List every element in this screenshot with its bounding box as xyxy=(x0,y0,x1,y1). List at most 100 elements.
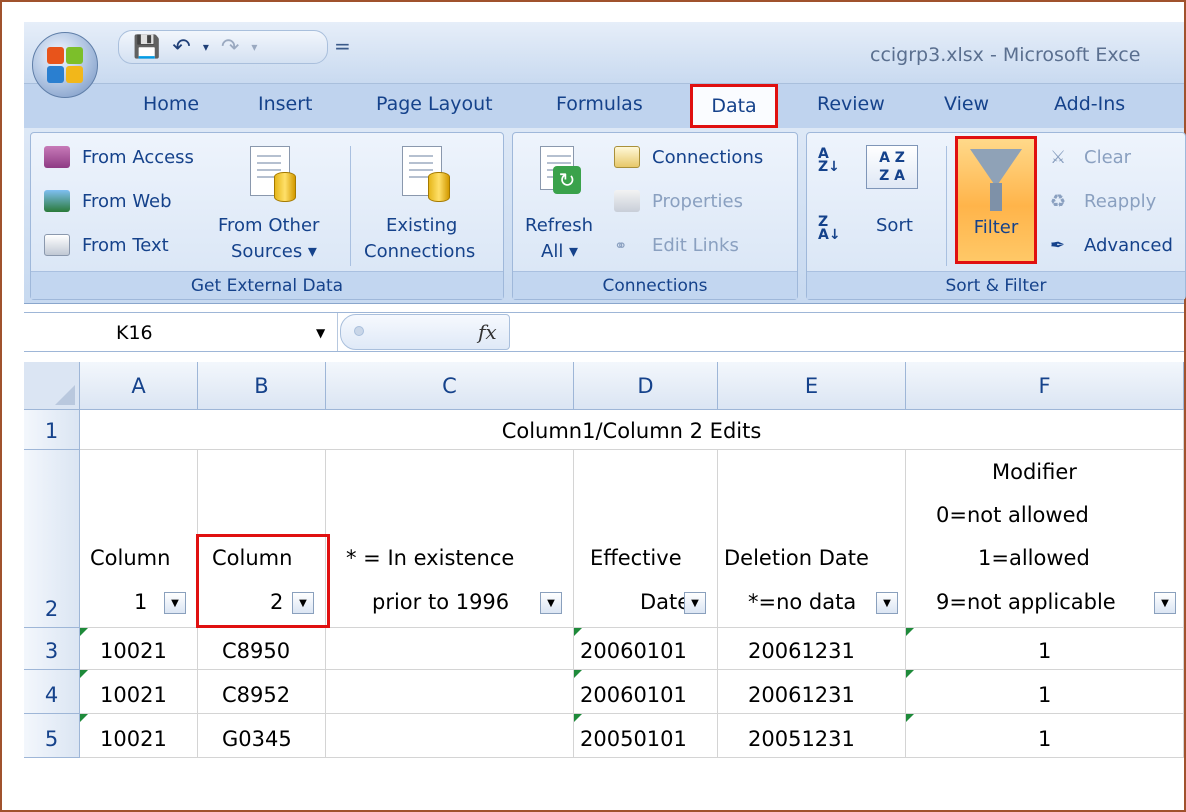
tab-view[interactable]: View xyxy=(944,93,989,115)
column-header-d[interactable]: D xyxy=(574,362,718,410)
name-box-value: K16 xyxy=(116,322,153,344)
header-cell-d[interactable]: Effective Date ▼ xyxy=(574,450,718,628)
name-box[interactable] xyxy=(24,313,338,351)
edit-links-icon: ⚭ xyxy=(614,236,628,255)
undo-dropdown-icon[interactable]: ▾ xyxy=(203,40,209,54)
header-line: Effective xyxy=(590,546,682,570)
header-cell-e[interactable]: Deletion Date *=no data ▼ xyxy=(718,450,906,628)
row-header-2[interactable]: 2 xyxy=(24,450,80,628)
from-text-button[interactable]: From Text xyxy=(82,235,169,256)
header-cell-f[interactable]: Modifier 0=not allowed 1=allowed 9=not a… xyxy=(906,450,1184,628)
cell-value: 20061231 xyxy=(748,639,855,663)
column-header-b[interactable]: B xyxy=(198,362,326,410)
table-cell[interactable]: 1 xyxy=(906,714,1184,758)
filter-button[interactable]: Filter xyxy=(955,136,1037,264)
refresh-all-label-2: All ▾ xyxy=(541,241,579,262)
table-cell[interactable]: 20050101 xyxy=(574,714,718,758)
clear-button[interactable]: Clear xyxy=(1084,147,1131,168)
group-label: Connections xyxy=(513,271,797,299)
table-cell[interactable]: 20061231 xyxy=(718,670,906,714)
table-cell[interactable]: 20060101 xyxy=(574,670,718,714)
table-cell[interactable]: C8950 xyxy=(198,628,326,670)
table-cell[interactable]: 10021 xyxy=(80,714,198,758)
undo-icon[interactable]: ↶ xyxy=(172,35,190,60)
select-all-corner[interactable] xyxy=(24,362,80,410)
reapply-button[interactable]: Reapply xyxy=(1084,191,1156,212)
redo-dropdown-icon[interactable]: ▾ xyxy=(251,40,257,54)
web-icon xyxy=(44,190,70,212)
header-cell-a[interactable]: Column 1 ▼ xyxy=(80,450,198,628)
row-header-5[interactable]: 5 xyxy=(24,714,80,758)
sort-a-to-z-icon[interactable]: A Z↓ xyxy=(818,147,840,174)
connections-button[interactable]: Connections xyxy=(652,147,763,168)
customize-qat-button[interactable]: = xyxy=(334,34,351,58)
table-cell[interactable] xyxy=(326,714,574,758)
reapply-icon: ♻ xyxy=(1050,191,1067,212)
tab-page-layout[interactable]: Page Layout xyxy=(376,93,493,115)
tab-data[interactable]: Data xyxy=(690,84,778,128)
group-label: Get External Data xyxy=(31,271,503,299)
office-button[interactable] xyxy=(32,32,98,98)
table-cell[interactable]: 20051231 xyxy=(718,714,906,758)
redo-icon[interactable]: ↷ xyxy=(221,35,239,60)
sheet-title: Column1/Column 2 Edits xyxy=(501,419,762,443)
row-header-4[interactable]: 4 xyxy=(24,670,80,714)
header-cell-c[interactable]: * = In existence prior to 1996 ▼ xyxy=(326,450,574,628)
table-cell[interactable] xyxy=(326,670,574,714)
header-line: prior to 1996 xyxy=(372,590,510,614)
column-header-e[interactable]: E xyxy=(718,362,906,410)
tab-add-ins[interactable]: Add-Ins xyxy=(1054,93,1125,115)
sort-button[interactable]: Sort xyxy=(876,215,913,236)
row-header-3[interactable]: 3 xyxy=(24,628,80,670)
refresh-all-button[interactable]: Refresh xyxy=(525,215,593,236)
column-header-c[interactable]: C xyxy=(326,362,574,410)
save-icon[interactable]: 💾 xyxy=(133,35,160,60)
tab-review[interactable]: Review xyxy=(817,93,885,115)
row-header-1[interactable]: 1 xyxy=(24,410,80,450)
name-box-dropdown-icon[interactable]: ▼ xyxy=(316,326,325,340)
cell-value: 1 xyxy=(1038,639,1052,663)
table-cell[interactable]: G0345 xyxy=(198,714,326,758)
insert-function-button[interactable]: fx xyxy=(478,320,497,344)
column-2-highlight xyxy=(196,534,330,628)
table-cell[interactable]: 20060101 xyxy=(574,628,718,670)
merged-title-cell[interactable]: Column1/Column 2 Edits xyxy=(80,410,1184,450)
from-access-button[interactable]: From Access xyxy=(82,147,194,168)
tab-home[interactable]: Home xyxy=(143,93,199,115)
from-other-sources-button[interactable]: From Other xyxy=(218,215,319,236)
table-cell[interactable]: 10021 xyxy=(80,670,198,714)
tab-data-label: Data xyxy=(711,95,757,117)
tab-formulas[interactable]: Formulas xyxy=(556,93,643,115)
separator xyxy=(946,146,947,266)
filter-dropdown-icon[interactable]: ▼ xyxy=(540,592,562,614)
header-line: 1=allowed xyxy=(978,546,1090,570)
table-cell[interactable]: C8952 xyxy=(198,670,326,714)
filter-dropdown-icon[interactable]: ▼ xyxy=(684,592,706,614)
table-cell[interactable]: 10021 xyxy=(80,628,198,670)
existing-connections-button[interactable]: Existing xyxy=(386,215,457,236)
table-cell[interactable]: 20061231 xyxy=(718,628,906,670)
header-line: Column xyxy=(90,546,171,570)
cell-value: C8952 xyxy=(222,683,291,707)
database-icon xyxy=(428,172,450,202)
cell-value: 10021 xyxy=(100,683,167,707)
table-cell[interactable]: 1 xyxy=(906,628,1184,670)
tab-insert[interactable]: Insert xyxy=(258,93,313,115)
column-header-f[interactable]: F xyxy=(906,362,1184,410)
filter-dropdown-icon[interactable]: ▼ xyxy=(164,592,186,614)
edit-links-button[interactable]: Edit Links xyxy=(652,235,739,256)
table-cell[interactable]: 1 xyxy=(906,670,1184,714)
header-line: 0=not allowed xyxy=(936,503,1089,527)
cell-value: 10021 xyxy=(100,639,167,663)
advanced-button[interactable]: Advanced xyxy=(1084,235,1173,256)
filter-label: Filter xyxy=(973,217,1019,238)
table-cell[interactable] xyxy=(326,628,574,670)
filter-dropdown-icon[interactable]: ▼ xyxy=(1154,592,1176,614)
header-line: *=no data xyxy=(748,590,857,614)
properties-button[interactable]: Properties xyxy=(652,191,743,212)
filter-dropdown-icon[interactable]: ▼ xyxy=(876,592,898,614)
database-icon xyxy=(274,172,296,202)
column-header-a[interactable]: A xyxy=(80,362,198,410)
from-web-button[interactable]: From Web xyxy=(82,191,172,212)
sort-z-to-a-icon[interactable]: Z A↓ xyxy=(818,215,841,242)
